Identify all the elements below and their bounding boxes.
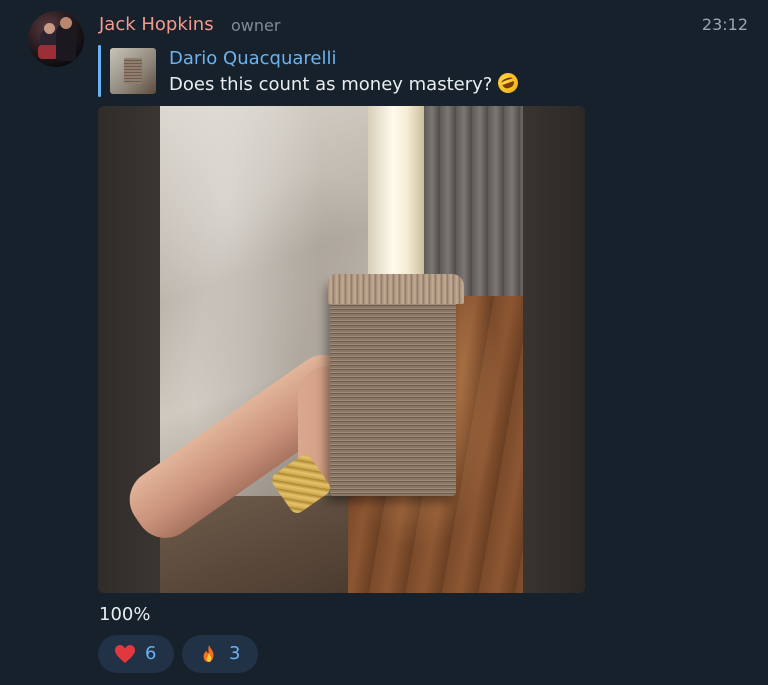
photo-cash-stack xyxy=(330,278,456,496)
message-photo[interactable] xyxy=(98,106,585,593)
reply-author-name: Dario Quacquarelli xyxy=(169,48,337,69)
reaction-count: 6 xyxy=(145,643,157,664)
reply-preview[interactable]: Dario Quacquarelli Does this count as mo… xyxy=(98,45,558,97)
photo-cash-top xyxy=(328,274,464,304)
chat-message: Jack Hopkins owner 23:12 Dario Quacquare… xyxy=(0,0,768,685)
avatar-face xyxy=(44,23,55,34)
message-caption: 100% xyxy=(99,604,151,625)
reaction-count: 3 xyxy=(229,643,241,664)
reply-text-line: Does this count as money mastery? xyxy=(169,70,522,97)
reaction-fire[interactable]: 3 xyxy=(182,635,258,673)
message-timestamp: 23:12 xyxy=(701,15,748,34)
red-heart-icon xyxy=(115,645,135,663)
rolling-on-floor-laughing-emoji-icon xyxy=(495,70,522,96)
fire-icon xyxy=(203,644,214,663)
reply-thumbnail xyxy=(110,48,156,94)
reaction-heart[interactable]: 6 xyxy=(98,635,174,673)
avatar-face xyxy=(60,17,72,29)
reply-text: Does this count as money mastery? xyxy=(169,74,493,95)
sender-role-badge: owner xyxy=(231,16,281,35)
reply-accent-bar xyxy=(98,45,101,97)
photo-blur-right xyxy=(523,106,585,593)
sender-avatar[interactable] xyxy=(28,11,84,67)
avatar-dress xyxy=(38,45,58,59)
sender-name[interactable]: Jack Hopkins xyxy=(99,13,214,37)
photo-light-strip xyxy=(368,106,424,296)
thumbnail-cash-stack xyxy=(124,58,142,84)
